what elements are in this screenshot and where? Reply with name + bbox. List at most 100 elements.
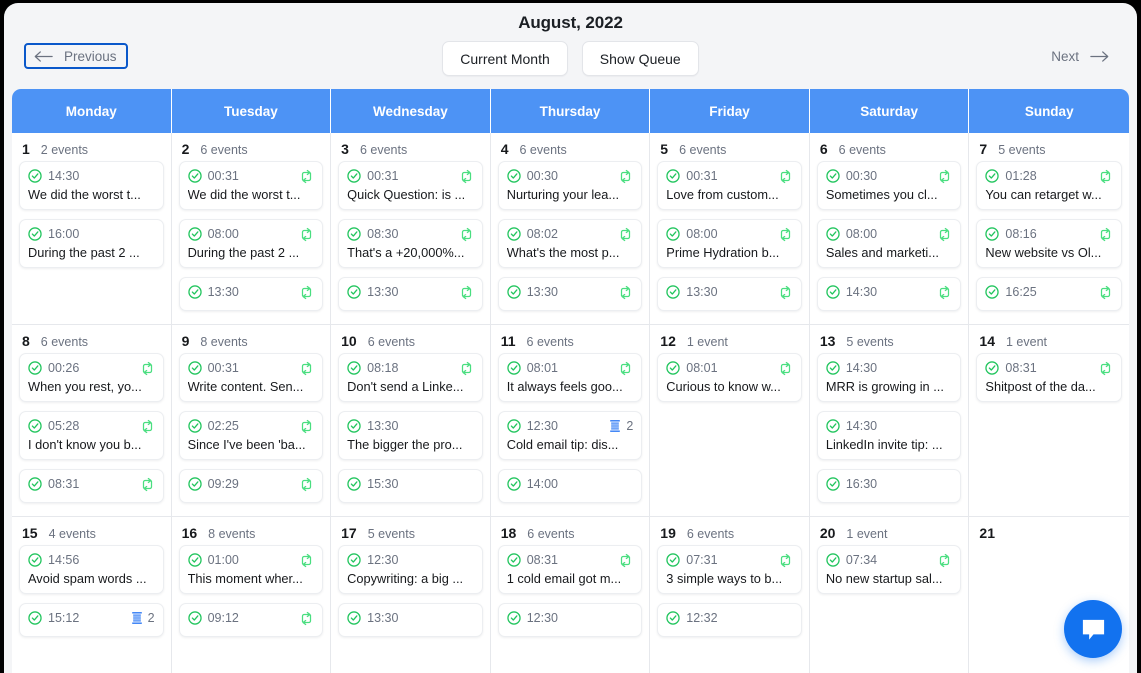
calendar-event-card[interactable]: 13:30: [497, 277, 643, 311]
calendar-event-card[interactable]: 08:01 Curious to know w...: [657, 353, 802, 402]
calendar-event-card[interactable]: 00:31 We did the worst t...: [178, 161, 324, 210]
retweet-icon[interactable]: [299, 611, 314, 626]
retweet-icon[interactable]: [299, 477, 314, 492]
retweet-icon[interactable]: [140, 361, 155, 376]
calendar-event-card[interactable]: 14:56 Avoid spam words ...: [19, 545, 164, 594]
show-queue-button[interactable]: Show Queue: [581, 41, 699, 76]
calendar-event-card[interactable]: 00:31 Write content. Sen...: [178, 353, 324, 402]
calendar-event-card[interactable]: 02:25 Since I've been 'ba...: [178, 411, 324, 460]
retweet-icon[interactable]: [937, 285, 952, 300]
calendar-day-cell[interactable]: 13 5 events 14:30 MRR is growing in ... 14:3…: [809, 325, 970, 516]
chat-widget-button[interactable]: [1064, 600, 1122, 658]
calendar-event-card[interactable]: 12:32: [657, 603, 802, 637]
calendar-event-card[interactable]: 08:18 Don't send a Linke...: [338, 353, 483, 402]
calendar-day-cell[interactable]: 4 6 events 00:30 Nurturing your lea... 08:02…: [490, 133, 651, 324]
retweet-icon[interactable]: [459, 169, 474, 184]
calendar-event-card[interactable]: 13:30 The bigger the pro...: [338, 411, 483, 460]
calendar-event-card[interactable]: 01:28 You can retarget w...: [976, 161, 1122, 210]
retweet-icon[interactable]: [459, 361, 474, 376]
calendar-event-card[interactable]: 09:12: [178, 603, 324, 637]
calendar-event-card[interactable]: 16:00 During the past 2 ...: [19, 219, 164, 268]
retweet-icon[interactable]: [618, 227, 633, 242]
retweet-icon[interactable]: [937, 169, 952, 184]
thread-icon[interactable]: [608, 419, 622, 433]
calendar-event-card[interactable]: 15:12 2: [19, 603, 164, 637]
calendar-day-cell[interactable]: 6 6 events 00:30 Sometimes you cl... 08:00 Sa…: [809, 133, 970, 324]
retweet-icon[interactable]: [299, 227, 314, 242]
retweet-icon[interactable]: [1098, 285, 1113, 300]
calendar-event-card[interactable]: 08:02 What's the most p...: [497, 219, 643, 268]
calendar-day-cell[interactable]: 18 6 events 08:31 1 cold email got m... 12:3…: [490, 517, 651, 673]
retweet-icon[interactable]: [1098, 227, 1113, 242]
calendar-event-card[interactable]: 08:00 Prime Hydration b...: [657, 219, 802, 268]
calendar-event-card[interactable]: 01:00 This moment wher...: [178, 545, 324, 594]
calendar-event-card[interactable]: 05:28 I don't know you b...: [19, 411, 164, 460]
calendar-day-cell[interactable]: 8 6 events 00:26 When you rest, yo... 05:28 I…: [12, 325, 172, 516]
calendar-event-card[interactable]: 14:00: [497, 469, 643, 503]
calendar-event-card[interactable]: 08:30 That's a +20,000%...: [338, 219, 483, 268]
calendar-event-card[interactable]: 08:16 New website vs Ol...: [976, 219, 1122, 268]
retweet-icon[interactable]: [618, 169, 633, 184]
calendar-event-card[interactable]: 13:30: [338, 277, 483, 311]
calendar-event-card[interactable]: 08:31 1 cold email got m...: [497, 545, 643, 594]
retweet-icon[interactable]: [459, 227, 474, 242]
calendar-event-card[interactable]: 08:31 Shitpost of the da...: [976, 353, 1122, 402]
calendar-event-card[interactable]: 12:30 2 Cold email tip: dis...: [497, 411, 643, 460]
calendar-day-cell[interactable]: 11 6 events 08:01 It always feels goo... 12:…: [490, 325, 651, 516]
thread-icon[interactable]: [130, 611, 144, 625]
calendar-event-card[interactable]: 08:00 Sales and marketi...: [816, 219, 962, 268]
calendar-event-card[interactable]: 00:31 Love from custom...: [657, 161, 802, 210]
calendar-day-cell[interactable]: 9 8 events 00:31 Write content. Sen... 02:25…: [171, 325, 332, 516]
calendar-event-card[interactable]: 00:26 When you rest, yo...: [19, 353, 164, 402]
retweet-icon[interactable]: [618, 361, 633, 376]
retweet-icon[interactable]: [1098, 361, 1113, 376]
calendar-day-cell[interactable]: 3 6 events 00:31 Quick Question: is ... 08:3…: [331, 133, 491, 324]
retweet-icon[interactable]: [140, 477, 155, 492]
calendar-day-cell[interactable]: 20 1 event 07:34 No new startup sal...: [809, 517, 970, 673]
calendar-event-card[interactable]: 13:30: [657, 277, 802, 311]
calendar-day-cell[interactable]: 19 6 events 07:31 3 simple ways to b... 12:3…: [650, 517, 810, 673]
retweet-icon[interactable]: [618, 285, 633, 300]
calendar-event-card[interactable]: 08:31: [19, 469, 164, 503]
calendar-event-card[interactable]: 00:30 Nurturing your lea...: [497, 161, 643, 210]
calendar-event-card[interactable]: 15:30: [338, 469, 483, 503]
calendar-event-card[interactable]: 16:25: [976, 277, 1122, 311]
retweet-icon[interactable]: [299, 169, 314, 184]
calendar-event-card[interactable]: 14:30 MRR is growing in ...: [816, 353, 962, 402]
calendar-event-card[interactable]: 13:30: [178, 277, 324, 311]
calendar-event-card[interactable]: 09:29: [178, 469, 324, 503]
retweet-icon[interactable]: [778, 553, 793, 568]
next-month-button[interactable]: Next: [1042, 43, 1117, 69]
calendar-day-cell[interactable]: 10 6 events 08:18 Don't send a Linke... 13:3…: [331, 325, 491, 516]
calendar-day-cell[interactable]: 7 5 events 01:28 You can retarget w... 08:16…: [969, 133, 1129, 324]
calendar-day-cell[interactable]: 16 8 events 01:00 This moment wher... 09:12: [171, 517, 332, 673]
calendar-event-card[interactable]: 07:31 3 simple ways to b...: [657, 545, 802, 594]
calendar-day-cell[interactable]: 15 4 events 14:56 Avoid spam words ... 15:12…: [12, 517, 172, 673]
retweet-icon[interactable]: [299, 553, 314, 568]
calendar-event-card[interactable]: 08:01 It always feels goo...: [497, 353, 643, 402]
retweet-icon[interactable]: [299, 419, 314, 434]
retweet-icon[interactable]: [778, 227, 793, 242]
calendar-event-card[interactable]: 16:30: [816, 469, 962, 503]
calendar-day-cell[interactable]: 2 6 events 00:31 We did the worst t... 08:00…: [171, 133, 332, 324]
retweet-icon[interactable]: [778, 169, 793, 184]
current-month-button[interactable]: Current Month: [442, 41, 568, 76]
calendar-event-card[interactable]: 13:30: [338, 603, 483, 637]
calendar-event-card[interactable]: 14:30: [816, 277, 962, 311]
retweet-icon[interactable]: [778, 285, 793, 300]
calendar-day-cell[interactable]: 5 6 events 00:31 Love from custom... 08:00 Pr…: [650, 133, 810, 324]
retweet-icon[interactable]: [299, 285, 314, 300]
calendar-event-card[interactable]: 08:00 During the past 2 ...: [178, 219, 324, 268]
retweet-icon[interactable]: [937, 227, 952, 242]
calendar-event-card[interactable]: 00:31 Quick Question: is ...: [338, 161, 483, 210]
retweet-icon[interactable]: [299, 361, 314, 376]
calendar-event-card[interactable]: 12:30 Copywriting: a big ...: [338, 545, 483, 594]
retweet-icon[interactable]: [1098, 169, 1113, 184]
retweet-icon[interactable]: [778, 361, 793, 376]
calendar-event-card[interactable]: 00:30 Sometimes you cl...: [816, 161, 962, 210]
calendar-event-card[interactable]: 14:30 LinkedIn invite tip: ...: [816, 411, 962, 460]
retweet-icon[interactable]: [618, 553, 633, 568]
retweet-icon[interactable]: [937, 553, 952, 568]
calendar-day-cell[interactable]: 12 1 event 08:01 Curious to know w...: [650, 325, 810, 516]
calendar-day-cell[interactable]: 14 1 event 08:31 Shitpost of the da...: [969, 325, 1129, 516]
